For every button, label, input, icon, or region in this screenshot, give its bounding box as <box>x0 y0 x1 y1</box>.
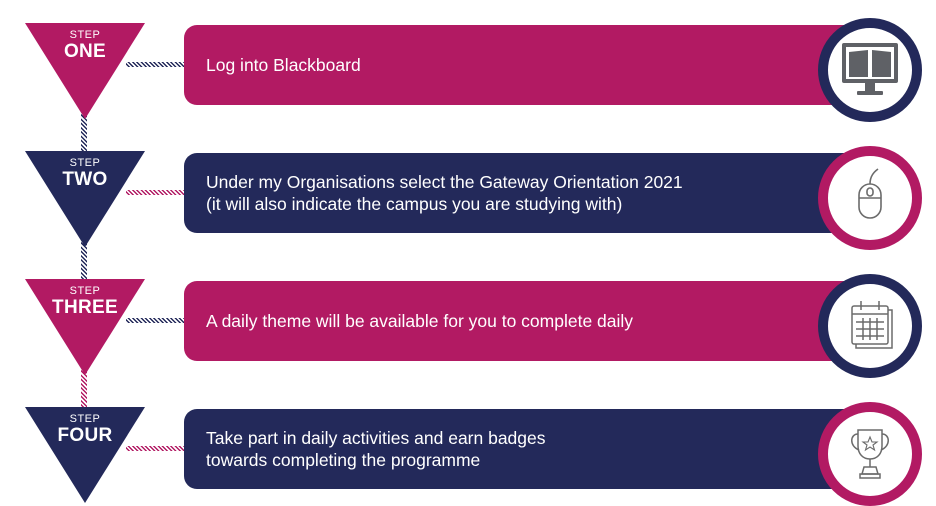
step-one-icon-circle <box>818 18 922 122</box>
step-one-marker: STEP ONE <box>25 23 145 119</box>
computer-book-icon <box>842 43 898 95</box>
trophy-icon <box>851 429 889 479</box>
step-two-banner: Under my Organisations select the Gatewa… <box>184 153 874 233</box>
step-four-text: Take part in daily activities and earn b… <box>206 428 546 470</box>
step-three-banner: A daily theme will be available for you … <box>184 281 874 361</box>
step-four-number: FOUR <box>57 425 113 446</box>
step-one-text: Log into Blackboard <box>206 55 361 75</box>
step-one-label: STEP <box>69 29 101 41</box>
step-two-icon-circle <box>818 146 922 250</box>
step-three-marker: STEP THREE <box>25 279 145 375</box>
step-three-number: THREE <box>52 297 118 318</box>
step-four-banner: Take part in daily activities and earn b… <box>184 409 874 489</box>
step-two-text: Under my Organisations select the Gatewa… <box>206 172 683 214</box>
step-two-number: TWO <box>62 169 108 190</box>
step-three-label: STEP <box>69 285 101 297</box>
steps-diagram: STEP ONE Log into Blackboard STEP TWO Un… <box>0 0 936 506</box>
calendar-icon <box>851 301 893 349</box>
step-four-label: STEP <box>69 413 101 425</box>
step-three-icon-circle <box>818 274 922 378</box>
step-one-banner: Log into Blackboard <box>184 25 874 105</box>
step-two-label: STEP <box>69 157 101 169</box>
step-four-marker: STEP FOUR <box>25 407 145 503</box>
mouse-icon <box>858 168 882 219</box>
step-two-marker: STEP TWO <box>25 151 145 247</box>
step-four-icon-circle <box>818 402 922 506</box>
step-one-number: ONE <box>63 41 107 62</box>
step-three-text: A daily theme will be available for you … <box>206 311 634 331</box>
